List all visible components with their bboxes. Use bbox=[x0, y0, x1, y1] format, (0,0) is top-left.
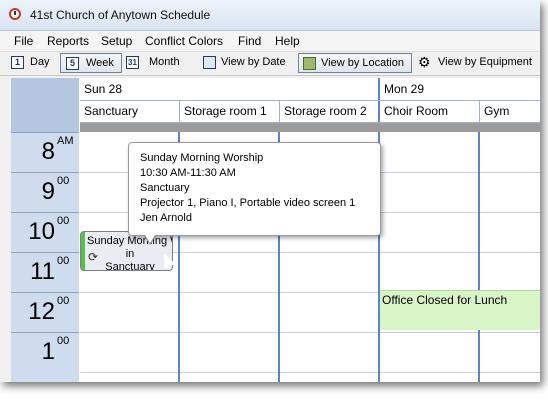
week-view-label: Week bbox=[86, 57, 114, 69]
calendar-week-icon: 5 bbox=[66, 57, 79, 70]
hour-number: 10 bbox=[28, 218, 55, 245]
event-status-bar bbox=[81, 232, 85, 270]
hour-number: 8 bbox=[41, 138, 55, 165]
hour-slot: 10 00 bbox=[11, 212, 79, 253]
day-label-sun: Sun 28 bbox=[84, 82, 123, 96]
view-by-date-label: View by Date bbox=[221, 56, 286, 68]
month-view-label: Month bbox=[149, 56, 180, 68]
hour-suffix: 00 bbox=[57, 215, 70, 227]
month-view-button[interactable]: 31 Month bbox=[125, 53, 185, 73]
window-title: 41st Church of Anytown Schedule bbox=[30, 8, 211, 22]
tooltip-person: Jen Arnold bbox=[140, 212, 192, 224]
column-header-storage-2[interactable]: Storage room 2 bbox=[284, 104, 378, 118]
hour-suffix: AM bbox=[57, 135, 74, 147]
week-view-button[interactable]: 5 Week bbox=[60, 53, 122, 73]
hour-slot: 8 AM bbox=[11, 132, 79, 173]
gear-icon: ⚙ bbox=[418, 54, 431, 70]
column-divider bbox=[179, 101, 180, 122]
column-header-storage-1[interactable]: Storage room 1 bbox=[184, 104, 278, 118]
event-tooltip: Sunday Morning Worship 10:30 AM-11:30 AM… bbox=[128, 142, 381, 236]
hour-slot: 12 00 bbox=[11, 292, 79, 333]
column-header-sanctuary[interactable]: Sanctuary bbox=[84, 104, 178, 118]
hour-suffix: 00 bbox=[57, 255, 70, 267]
view-by-equipment-button[interactable]: ⚙ View by Equipment bbox=[416, 53, 540, 73]
hour-number: 11 bbox=[30, 258, 55, 285]
hour-slot: 9 00 bbox=[11, 172, 79, 213]
tooltip-location: Sanctuary bbox=[140, 182, 190, 194]
event-office-closed[interactable]: Office Closed for Lunch bbox=[380, 290, 540, 330]
time-column: 8 AM 9 00 10 00 11 00 12 00 1 00 bbox=[11, 132, 79, 382]
calendar-date-icon bbox=[203, 56, 216, 69]
menu-setup[interactable]: Setup bbox=[101, 34, 132, 48]
view-by-equipment-label: View by Equipment bbox=[438, 56, 532, 68]
view-by-location-label: View by Location bbox=[321, 57, 404, 69]
app-window: 41st Church of Anytown Schedule File Rep… bbox=[0, 0, 540, 382]
hour-suffix: 00 bbox=[57, 295, 70, 307]
event-location: Sanctuary bbox=[105, 261, 155, 271]
view-by-location-button[interactable]: View by Location bbox=[298, 53, 412, 73]
hour-slot: 1 00 bbox=[11, 332, 79, 373]
event-title: Sunday Morning Worship bbox=[87, 235, 172, 247]
menu-help[interactable]: Help bbox=[275, 34, 300, 48]
hour-suffix: 00 bbox=[57, 335, 70, 347]
day-divider bbox=[378, 101, 380, 122]
tooltip-title: Sunday Morning Worship bbox=[140, 152, 264, 164]
hour-suffix: 00 bbox=[57, 175, 70, 187]
day-view-label: Day bbox=[30, 56, 50, 68]
grid-corner bbox=[11, 78, 79, 132]
tooltip-tail-fill bbox=[143, 232, 157, 243]
column-divider bbox=[478, 132, 480, 382]
hour-gridline bbox=[80, 332, 540, 333]
menu-file[interactable]: File bbox=[14, 34, 33, 48]
menu-find[interactable]: Find bbox=[238, 34, 261, 48]
calendar-day-icon: 1 bbox=[11, 56, 24, 69]
tooltip-time: 10:30 AM-11:30 AM bbox=[140, 167, 236, 179]
title-bar: 41st Church of Anytown Schedule bbox=[0, 0, 540, 31]
tooltip-equipment: Projector 1, Piano I, Portable video scr… bbox=[140, 197, 356, 209]
event-office-closed-label: Office Closed for Lunch bbox=[382, 293, 508, 307]
column-divider bbox=[279, 101, 280, 122]
column-header-gym[interactable]: Gym bbox=[484, 104, 540, 118]
menu-reports[interactable]: Reports bbox=[47, 34, 89, 48]
calendar-month-icon: 31 bbox=[126, 56, 139, 69]
hour-number: 9 bbox=[41, 178, 55, 205]
column-divider bbox=[479, 101, 480, 122]
hour-gridline bbox=[80, 372, 540, 373]
day-view-button[interactable]: 1 Day bbox=[8, 53, 54, 73]
app-clock-icon bbox=[9, 8, 21, 20]
day-header: Sun 28 Mon 29 bbox=[80, 78, 540, 101]
menu-bar: File Reports Setup Conflict Colors Find … bbox=[0, 31, 540, 52]
menu-conflict-colors[interactable]: Conflict Colors bbox=[145, 34, 223, 48]
day-label-mon: Mon 29 bbox=[384, 82, 425, 96]
hour-number: 12 bbox=[28, 298, 55, 325]
all-day-band bbox=[80, 123, 540, 132]
toolbar: 1 Day 5 Week 31 Month View by Date View … bbox=[0, 52, 540, 76]
view-by-date-button[interactable]: View by Date bbox=[200, 53, 292, 73]
hour-number: 1 bbox=[41, 338, 55, 365]
location-icon bbox=[303, 57, 316, 70]
column-header-choir-room[interactable]: Choir Room bbox=[384, 104, 478, 118]
day-divider bbox=[378, 78, 380, 100]
hour-slot: 11 00 bbox=[11, 252, 79, 293]
location-header: Sanctuary Storage room 1 Storage room 2 … bbox=[80, 101, 540, 123]
event-sunday-worship[interactable]: Sunday Morning Worship ⟳ in Sanctuary bbox=[80, 231, 173, 271]
